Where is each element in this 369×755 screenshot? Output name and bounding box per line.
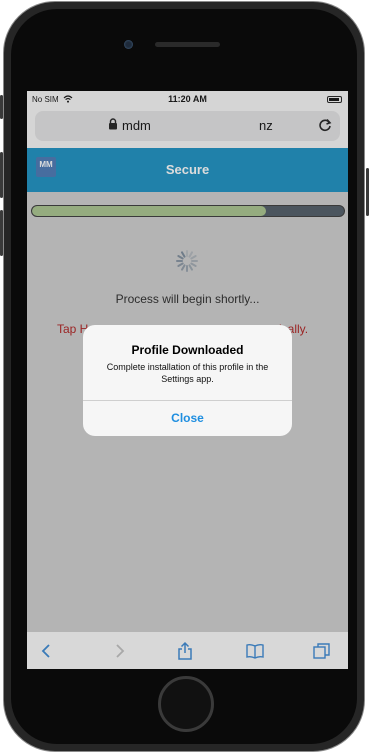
phone-screen: No SIM 11:20 AM mdm nz MM Secure Process… bbox=[27, 91, 348, 669]
chevron-right-icon[interactable] bbox=[109, 641, 129, 661]
alert-title: Profile Downloaded bbox=[131, 343, 244, 357]
chevron-left-icon[interactable] bbox=[37, 641, 57, 661]
book-icon[interactable] bbox=[245, 641, 265, 661]
browser-toolbar bbox=[27, 632, 348, 669]
front-camera bbox=[124, 40, 133, 49]
share-icon[interactable] bbox=[175, 641, 195, 661]
volume-down-button bbox=[0, 210, 3, 256]
profile-alert-dialog: Profile Downloaded Complete installation… bbox=[83, 325, 292, 436]
home-button[interactable] bbox=[158, 676, 214, 732]
alert-message: Complete installation of this profile in… bbox=[106, 362, 269, 384]
close-button[interactable]: Close bbox=[83, 401, 292, 436]
tabs-icon[interactable] bbox=[312, 641, 332, 661]
mute-switch bbox=[0, 95, 3, 119]
volume-up-button bbox=[0, 152, 3, 198]
earpiece-speaker bbox=[155, 42, 220, 47]
